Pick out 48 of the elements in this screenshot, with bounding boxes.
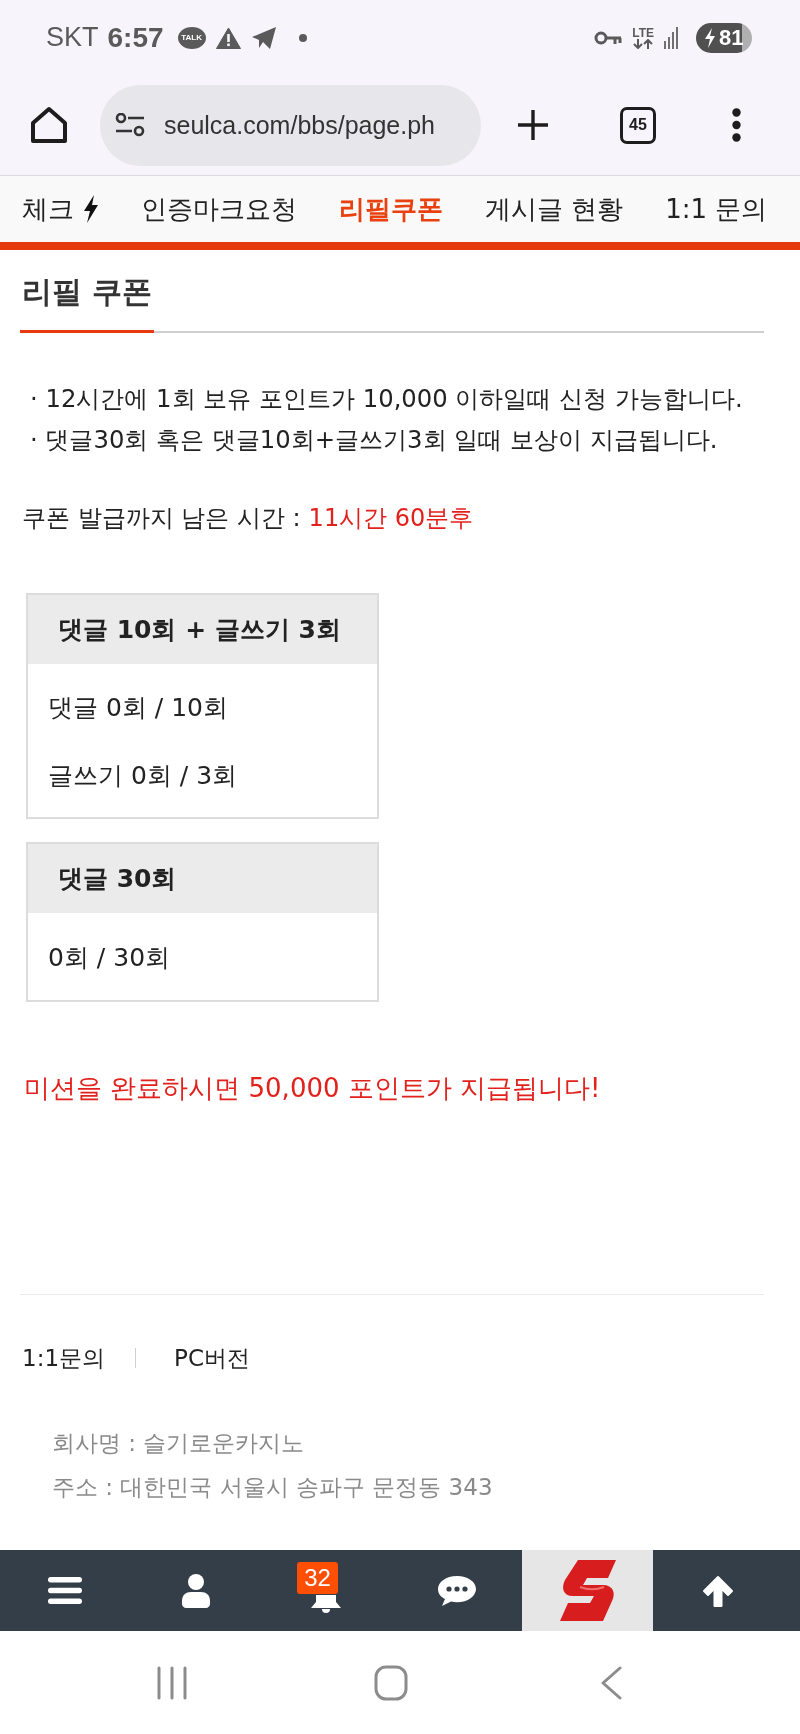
countdown-label: 쿠폰 발급까지 남은 시간 : <box>22 503 301 534</box>
tune-icon <box>115 113 145 137</box>
recent-apps-icon[interactable] <box>157 1665 187 1700</box>
nav-tab[interactable]: 게시글 현황 <box>485 191 624 227</box>
user-icon[interactable] <box>181 1573 210 1608</box>
more-menu-icon[interactable] <box>732 108 741 142</box>
signal-icon <box>664 26 678 49</box>
key-icon <box>594 29 623 46</box>
battery-percent: 81 <box>719 24 744 51</box>
mission-count-text: 0회 / 30회 <box>48 942 172 974</box>
rule-text: · 12시간에 1회 보유 포인트가 10,000 이하일때 신청 가능합니다. <box>30 383 744 415</box>
footer-link[interactable]: 1:1문의 <box>22 1338 105 1378</box>
nav-tab[interactable]: 체크 <box>22 191 99 227</box>
lightning-icon <box>83 195 99 223</box>
menu-icon[interactable] <box>48 1577 83 1604</box>
plus-icon[interactable] <box>517 109 549 141</box>
network-type: LTE <box>632 26 654 39</box>
page-title: 리필 쿠폰 <box>20 272 155 333</box>
notification-count: 32 <box>297 1562 338 1594</box>
mission-title: 댓글 30회 <box>28 844 377 913</box>
charging-bolt-icon <box>704 27 716 48</box>
logo-tile[interactable] <box>522 1550 653 1631</box>
rule-text: · 댓글30회 혹은 댓글10회+글쓰기3회 일때 보상이 지급됩니다. <box>30 424 719 456</box>
data-arrows-icon <box>633 38 654 49</box>
company-info: 주소 : 대한민국 서울시 송파구 문정동 343 <box>52 1473 494 1502</box>
dot-icon <box>298 33 307 42</box>
countdown-value: 11시간 60분후 <box>308 503 474 534</box>
mission-count-text: 글쓰기 0회 / 3회 <box>48 760 239 792</box>
back-icon[interactable] <box>600 1665 622 1700</box>
mission-count-text: 댓글 0회 / 10회 <box>48 692 229 724</box>
nav-tab[interactable]: 1:1 문의 <box>665 191 768 227</box>
mission-title: 댓글 10회 + 글쓰기 3회 <box>28 595 377 664</box>
chat-bubble-icon[interactable] <box>436 1574 477 1607</box>
carrier-name: SKT <box>46 22 99 53</box>
footer-link[interactable]: PC버전 <box>174 1338 250 1378</box>
warning-icon <box>215 26 241 49</box>
clock-time: 6:57 <box>107 21 164 54</box>
up-arrow-icon[interactable] <box>700 1573 735 1608</box>
tab-switcher-button[interactable]: 45 <box>620 106 656 144</box>
home-button-icon[interactable] <box>374 1664 408 1701</box>
reward-notice: 미션을 완료하시면 50,000 포인트가 지급됩니다! <box>23 1072 602 1105</box>
address-bar[interactable]: seulca.com/bbs/page.ph <box>100 84 481 166</box>
nav-tab[interactable]: 인증마크요청 <box>141 191 297 227</box>
company-info: 회사명 : 슬기로운카지노 <box>52 1429 306 1458</box>
talk-bubble: TALK <box>177 26 206 49</box>
paper-plane-icon <box>250 25 277 50</box>
nav-tab[interactable]: 리필쿠폰 <box>339 191 443 227</box>
home-icon[interactable] <box>30 106 68 144</box>
